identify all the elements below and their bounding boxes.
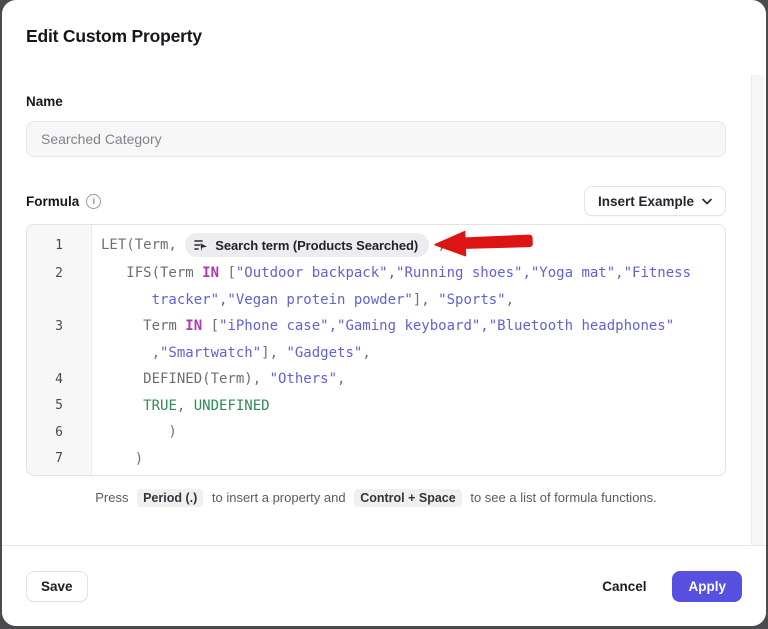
formula-help-text: Press Period (.) to insert a property an… [26,489,726,507]
kbd-control-space: Control + Space [354,489,462,507]
property-chip[interactable]: Search term (Products Searched) [185,233,429,257]
line-number: 2 [27,266,91,281]
insert-example-label: Insert Example [598,194,694,209]
code-line: IFS(Term IN ["Outdoor backpack","Running… [91,265,691,281]
code-row: 2 IFS(Term IN ["Outdoor backpack","Runni… [27,260,725,287]
help-part2: to insert a property and [212,490,346,505]
formula-header-row: Formula i Insert Example [26,186,726,216]
line-number: 1 [27,238,91,253]
formula-code-editor[interactable]: 1LET(Term, Search term (Products Searche… [26,224,726,476]
code-row: tracker","Vegan protein powder"], "Sport… [27,287,725,314]
code-row: 4 DEFINED(Term), "Others", [27,366,725,393]
code-line: TRUE, UNDEFINED [91,398,270,414]
code-row: 1LET(Term, Search term (Products Searche… [27,230,725,260]
formula-label: Formula [26,194,79,209]
code-row: ,"Smartwatch"], "Gadgets", [27,340,725,367]
help-part3: to see a list of formula functions. [470,490,656,505]
code-row: 5 TRUE, UNDEFINED [27,393,725,420]
line-number: 5 [27,398,91,413]
scrollbar-track[interactable] [751,75,764,545]
help-part1: Press [95,490,128,505]
save-button[interactable]: Save [26,571,88,602]
code-line: Term IN ["iPhone case","Gaming keyboard"… [91,318,674,334]
code-row: 3 Term IN ["iPhone case","Gaming keyboar… [27,313,725,340]
line-number: 6 [27,425,91,440]
code-line: ,"Smartwatch"], "Gadgets", [91,345,371,361]
code-rows: 1LET(Term, Search term (Products Searche… [27,230,725,472]
property-chip-label: Search term (Products Searched) [215,238,418,253]
name-field-label: Name [26,94,726,109]
apply-button[interactable]: Apply [672,571,742,602]
kbd-period: Period (.) [137,489,203,507]
line-number: 4 [27,372,91,387]
code-line: tracker","Vegan protein powder"], "Sport… [91,292,514,308]
code-row: 6 ) [27,419,725,446]
code-row: 7 ) [27,446,725,473]
line-number: 7 [27,451,91,466]
modal-title: Edit Custom Property [26,26,742,47]
modal-body: Name Formula i Insert Example 1LET(Term, [2,75,766,545]
cancel-button[interactable]: Cancel [602,571,646,602]
formula-label-wrap: Formula i [26,194,101,209]
code-line: LET(Term, Search term (Products Searched… [91,233,446,257]
red-arrow-annotation [433,227,534,258]
chevron-down-icon [702,198,712,205]
info-icon[interactable]: i [86,194,101,209]
footer-right-group: Cancel Apply [602,571,742,602]
edit-custom-property-modal: Edit Custom Property Name Formula i Inse… [2,0,766,626]
line-number: 3 [27,319,91,334]
modal-footer: Save Cancel Apply [2,545,766,626]
property-list-icon [194,238,208,252]
modal-header: Edit Custom Property [2,0,766,75]
code-line: ) [91,424,177,440]
code-line: ) [91,451,143,467]
insert-example-button[interactable]: Insert Example [584,186,726,216]
code-line: DEFINED(Term), "Others", [91,371,345,387]
name-input[interactable] [26,121,726,157]
